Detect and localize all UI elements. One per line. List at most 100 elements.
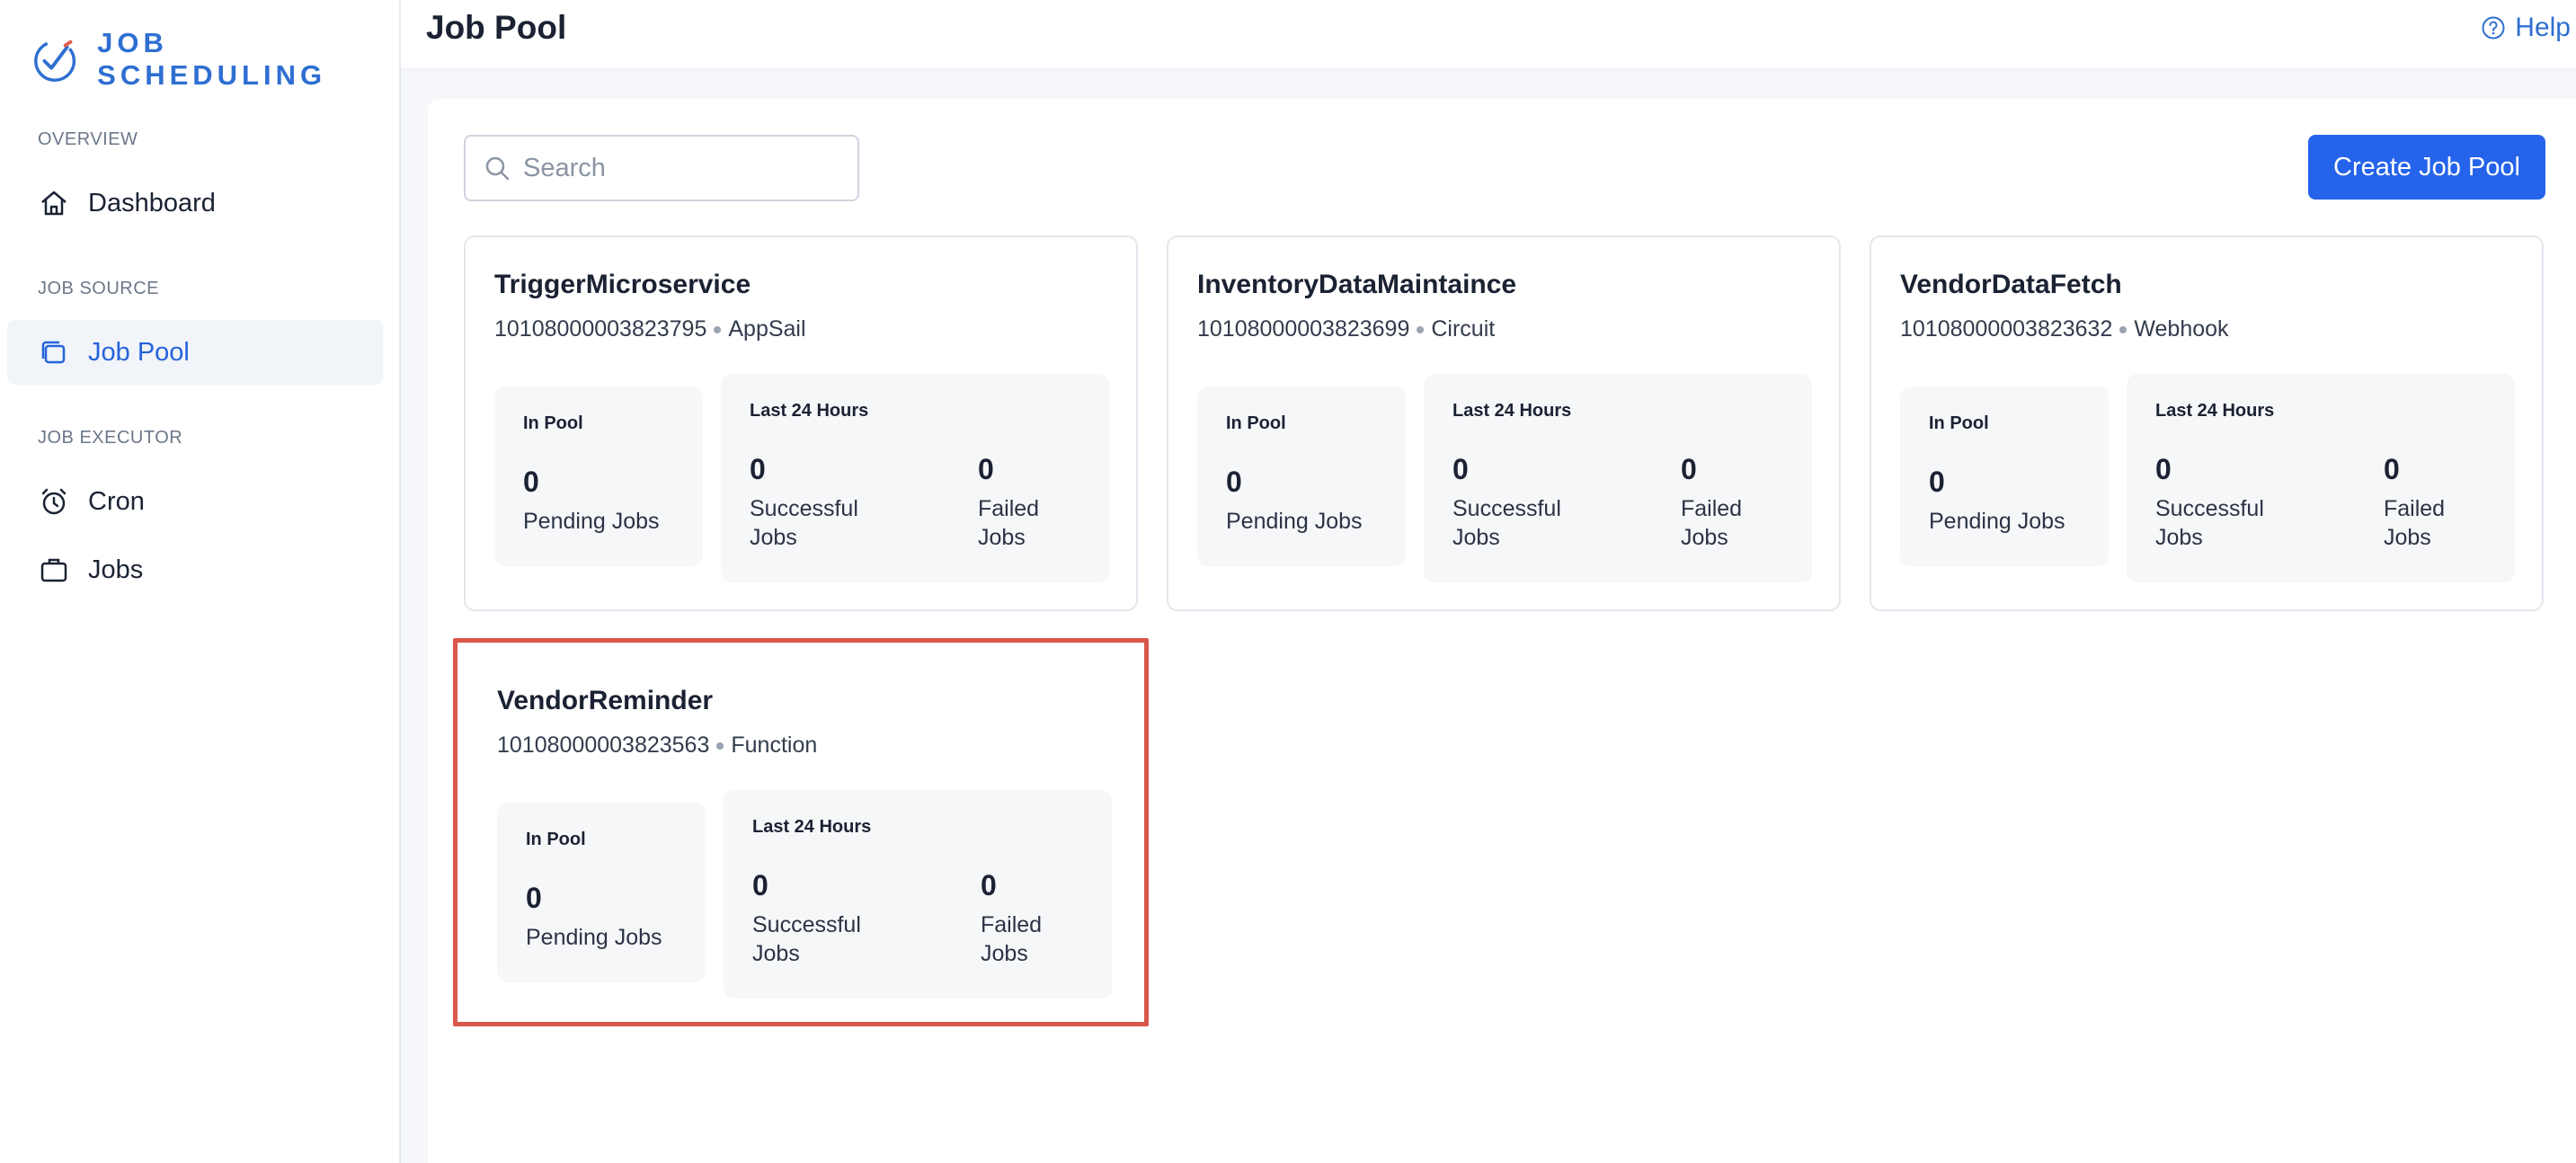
pool-type: Webhook	[2134, 316, 2229, 342]
failed-label-line1: Failed	[2384, 496, 2446, 521]
failed-count: 0	[978, 453, 994, 485]
section-job-source: JOB SOURCE	[38, 279, 160, 298]
separator-dot	[716, 741, 724, 750]
separator-dot	[1417, 325, 1425, 333]
in-pool-stats: In Pool 0 Pending Jobs	[1197, 386, 1406, 566]
sidebar-item-label: Cron	[88, 486, 145, 516]
home-icon	[41, 191, 67, 216]
failed-label-line1: Failed	[981, 912, 1043, 937]
failed-label-line2: Jobs	[981, 941, 1028, 966]
pool-type: Function	[731, 732, 818, 758]
pending-label: Pending Jobs	[1929, 509, 2065, 534]
pool-name[interactable]: VendorDataFetch	[1900, 270, 2122, 300]
pool-name[interactable]: VendorReminder	[497, 686, 713, 716]
successful-label-line1: Successful	[1452, 496, 1561, 521]
failed-count: 0	[1681, 453, 1697, 485]
in-pool-stats: In Pool 0 Pending Jobs	[494, 386, 703, 566]
sidebar-item-dashboard[interactable]: Dashboard	[7, 171, 383, 235]
pool-meta: 10108000003823699 Circuit	[1197, 316, 1495, 342]
search-icon	[485, 156, 510, 181]
job-pool-panel: Create Job Pool TriggerMicroservice 1010…	[428, 99, 2576, 1163]
sidebar-item-label: Job Pool	[88, 337, 190, 367]
topbar: Job Pool Help	[401, 0, 2576, 70]
pool-type: Circuit	[1431, 316, 1496, 342]
pending-label: Pending Jobs	[1226, 509, 1363, 534]
pending-label: Pending Jobs	[526, 925, 662, 950]
successful-label: Successful Jobs	[2155, 494, 2264, 552]
last-24-hours-stats: Last 24 Hours 0 Successful Jobs 0 Failed J…	[724, 790, 1112, 999]
successful-label-line1: Successful	[752, 912, 861, 937]
successful-label: Successful Jobs	[750, 494, 858, 552]
failed-label: Failed Jobs	[978, 494, 1039, 552]
successful-label-line2: Jobs	[750, 525, 797, 550]
pool-name[interactable]: TriggerMicroservice	[494, 270, 751, 300]
last-24-hours-stats: Last 24 Hours 0 Successful Jobs 0 Failed J…	[721, 374, 1109, 582]
failed-count: 0	[2384, 453, 2400, 485]
pool-meta: 10108000003823795 AppSail	[494, 316, 806, 342]
successful-count: 0	[750, 453, 766, 485]
pending-label: Pending Jobs	[523, 509, 660, 534]
in-pool-label: In Pool	[1226, 413, 1286, 433]
failed-label-line2: Jobs	[1681, 525, 1728, 550]
section-overview: OVERVIEW	[38, 129, 138, 149]
successful-label: Successful Jobs	[1452, 494, 1561, 552]
failed-label: Failed Jobs	[2384, 494, 2445, 552]
pending-count: 0	[1226, 466, 1242, 498]
search-box[interactable]	[464, 135, 859, 201]
failed-label-line2: Jobs	[2384, 525, 2431, 550]
main-area: Job Pool Help Create Job Pool TriggerMic…	[401, 0, 2576, 1163]
successful-label-line2: Jobs	[2155, 525, 2203, 550]
in-pool-label: In Pool	[526, 830, 586, 849]
in-pool-label: In Pool	[1929, 413, 1989, 433]
pending-count: 0	[526, 882, 542, 914]
create-job-pool-button[interactable]: Create Job Pool	[2308, 135, 2545, 200]
pending-count: 0	[523, 466, 539, 498]
help-link[interactable]: Help	[2481, 13, 2571, 43]
pending-count: 0	[1929, 466, 1945, 498]
sidebar-item-job-pool[interactable]: Job Pool	[7, 320, 383, 385]
sidebar-item-label: Jobs	[88, 555, 144, 584]
sidebar: JOB SCHEDULING OVERVIEW Dashboard JOB SO…	[0, 0, 401, 1163]
brand-name: JOB SCHEDULING	[97, 27, 327, 91]
briefcase-icon	[40, 558, 67, 582]
successful-label: Successful Jobs	[752, 910, 861, 968]
failed-count: 0	[981, 869, 997, 901]
job-pool-card[interactable]: VendorReminder 10108000003823563 Functio…	[453, 638, 1149, 1026]
last-24-hours-stats: Last 24 Hours 0 Successful Jobs 0 Failed J…	[2127, 374, 2515, 582]
brand[interactable]: JOB SCHEDULING	[31, 27, 399, 92]
successful-count: 0	[1452, 453, 1469, 485]
job-pool-card[interactable]: InventoryDataMaintaince 1010800000382369…	[1167, 235, 1841, 611]
successful-label-line2: Jobs	[752, 941, 800, 966]
help-label: Help	[2515, 13, 2571, 42]
sidebar-item-cron[interactable]: Cron	[7, 469, 383, 534]
successful-count: 0	[2155, 453, 2172, 485]
successful-count: 0	[752, 869, 768, 901]
separator-dot	[714, 325, 722, 333]
alarm-clock-icon	[41, 488, 67, 515]
failed-label-line1: Failed	[1681, 496, 1743, 521]
job-pool-card[interactable]: TriggerMicroservice 10108000003823795 Ap…	[464, 235, 1138, 611]
pool-meta: 10108000003823563 Function	[497, 732, 817, 759]
in-pool-stats: In Pool 0 Pending Jobs	[1900, 386, 2109, 566]
pool-id: 10108000003823699	[1197, 316, 1410, 342]
job-pool-card[interactable]: VendorDataFetch 10108000003823632 Webhoo…	[1870, 235, 2544, 611]
last-24-label: Last 24 Hours	[1452, 401, 1572, 421]
successful-label-line1: Successful	[750, 496, 858, 521]
failed-label-line2: Jobs	[978, 525, 1026, 550]
pool-id: 10108000003823795	[494, 316, 707, 342]
failed-label: Failed Jobs	[981, 910, 1042, 968]
pool-id: 10108000003823632	[1900, 316, 2113, 342]
section-job-executor: JOB EXECUTOR	[38, 428, 183, 448]
failed-label-line1: Failed	[978, 496, 1040, 521]
last-24-label: Last 24 Hours	[750, 401, 869, 421]
sidebar-item-label: Dashboard	[88, 188, 216, 218]
last-24-label: Last 24 Hours	[2155, 401, 2275, 421]
layers-icon	[41, 341, 66, 364]
last-24-label: Last 24 Hours	[752, 817, 872, 837]
successful-label-line1: Successful	[2155, 496, 2264, 521]
pool-name[interactable]: InventoryDataMaintaince	[1197, 270, 1516, 300]
search-input[interactable]	[523, 153, 847, 183]
successful-label-line2: Jobs	[1452, 525, 1500, 550]
sidebar-item-jobs[interactable]: Jobs	[7, 537, 383, 602]
pool-type: AppSail	[728, 316, 806, 342]
